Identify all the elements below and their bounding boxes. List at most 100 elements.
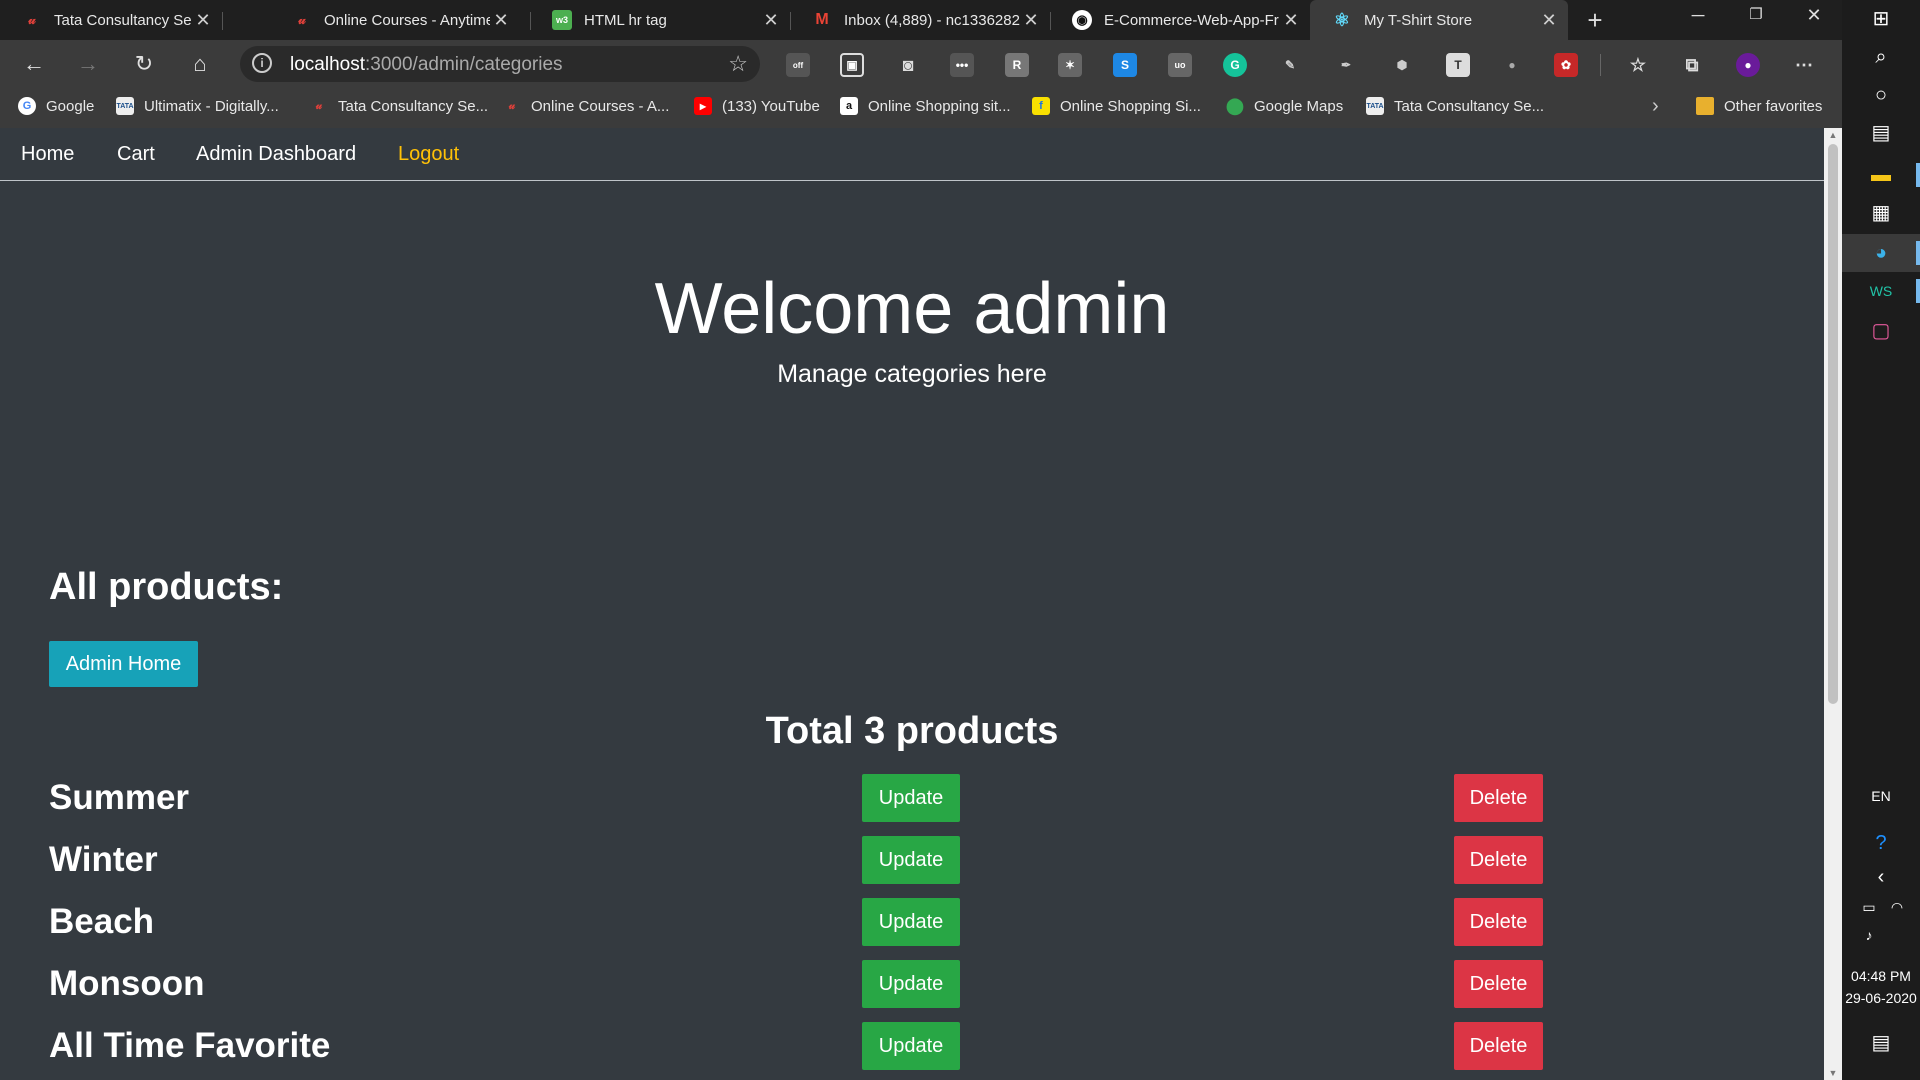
chevron-left-icon[interactable]: ‹	[1866, 862, 1896, 892]
puzzle-extension-icon[interactable]: ✶	[1058, 53, 1082, 77]
tab-tcs[interactable]: 𝓊 Tata Consultancy Services E ✕	[0, 0, 222, 40]
close-icon[interactable]: ✕	[192, 10, 214, 31]
nav-admin-dashboard-link[interactable]: Admin Dashboard	[196, 143, 356, 166]
info-icon[interactable]: i	[252, 53, 272, 73]
delete-button[interactable]: Delete	[1454, 960, 1543, 1008]
back-icon[interactable]: ←	[18, 48, 50, 80]
favorites-list-icon[interactable]: ☆	[1626, 53, 1650, 77]
collections-icon[interactable]: ⧉	[1680, 53, 1704, 77]
s-extension-icon[interactable]: S	[1113, 53, 1137, 77]
delete-button[interactable]: Delete	[1454, 774, 1543, 822]
cube-extension-icon[interactable]: ⬢	[1390, 53, 1414, 77]
bookmark-google[interactable]: G Google	[18, 88, 94, 124]
favorite-star-icon[interactable]: ☆	[728, 51, 748, 77]
update-button[interactable]: Update	[862, 960, 960, 1008]
close-icon[interactable]: ✕	[1020, 10, 1042, 31]
update-button[interactable]: Update	[862, 1022, 960, 1070]
tab-github[interactable]: ◉ E-Commerce-Web-App-Fr ✕	[1050, 0, 1310, 40]
nav-cart-link[interactable]: Cart	[117, 143, 155, 166]
close-icon[interactable]: ✕	[490, 10, 512, 31]
tab-title: Online Courses - Anytime,	[324, 11, 490, 29]
tab-title: Inbox (4,889) - nc1336282	[844, 11, 1020, 29]
youtube-icon: ▶	[694, 97, 712, 115]
close-icon[interactable]: ✕	[1538, 10, 1560, 31]
tab-my-tshirt-store[interactable]: ⚛ My T-Shirt Store ✕	[1310, 0, 1568, 40]
delete-button[interactable]: Delete	[1454, 898, 1543, 946]
scroll-up-icon[interactable]: ▲	[1824, 128, 1842, 142]
volume-icon[interactable]: ♪	[1854, 920, 1884, 950]
cortana-icon[interactable]: ○	[1866, 80, 1896, 110]
address-url[interactable]: localhost:3000/admin/categories	[290, 54, 563, 76]
home-icon[interactable]: ⌂	[184, 48, 216, 80]
forward-icon[interactable]: →	[72, 48, 104, 80]
reload-icon[interactable]: ↻	[128, 48, 160, 80]
close-icon[interactable]: ✕	[1280, 10, 1302, 31]
calculator-icon[interactable]: ▦	[1866, 198, 1896, 228]
camera-icon[interactable]: ◙	[896, 53, 920, 77]
profile-avatar[interactable]: ●	[1736, 53, 1760, 77]
more-options-icon[interactable]: ⋯	[1792, 53, 1816, 77]
page-scrollbar[interactable]: ▲ ▼	[1824, 128, 1842, 1080]
update-button[interactable]: Update	[862, 774, 960, 822]
window-extension-icon[interactable]: ▣	[840, 53, 864, 77]
terminal-app-icon[interactable]: ▢	[1866, 316, 1896, 346]
tab-online-courses[interactable]: 𝓊 Online Courses - Anytime, ✕	[270, 0, 520, 40]
tab-title: E-Commerce-Web-App-Fr	[1104, 11, 1279, 29]
help-icon[interactable]: ?	[1866, 828, 1896, 858]
file-explorer-icon[interactable]: ▬	[1866, 160, 1896, 190]
bookmark-online-courses[interactable]: 𝓊 Online Courses - A...	[503, 88, 670, 124]
bookmark-other-favorites[interactable]: Other favorites	[1696, 88, 1822, 124]
webstorm-icon[interactable]: WS	[1866, 276, 1896, 306]
bookmark-ultimatix[interactable]: TATA Ultimatix - Digitally...	[116, 88, 279, 124]
scroll-down-icon[interactable]: ▼	[1824, 1066, 1842, 1080]
amazon-icon: a	[840, 97, 858, 115]
update-button[interactable]: Update	[862, 898, 960, 946]
bookmark-flipkart[interactable]: f Online Shopping Si...	[1032, 88, 1201, 124]
bookmark-tcs-2[interactable]: TATA Tata Consultancy Se...	[1366, 88, 1544, 124]
pen-extension-icon[interactable]: ✒	[1334, 53, 1358, 77]
brush-extension-icon[interactable]: ✎	[1278, 53, 1302, 77]
bookmark-google-maps[interactable]: ⬤ Google Maps	[1226, 88, 1343, 124]
restore-icon[interactable]: ❐	[1728, 0, 1784, 34]
bookmark-amazon[interactable]: a Online Shopping sit...	[840, 88, 1011, 124]
bookmark-tcs[interactable]: 𝓊 Tata Consultancy Se...	[310, 88, 488, 124]
new-tab-button[interactable]: +	[1578, 4, 1612, 36]
chevron-right-icon[interactable]: ›	[1652, 88, 1659, 124]
edge-browser-icon[interactable]: ◕	[1866, 238, 1896, 268]
wifi-icon[interactable]: ◠	[1882, 892, 1912, 922]
r-extension-icon[interactable]: R	[1005, 53, 1029, 77]
udemy-logo-icon: 𝓊	[298, 12, 306, 27]
tab-html-hr[interactable]: w3 HTML hr tag ✕	[530, 0, 790, 40]
search-icon[interactable]: ⌕	[1866, 42, 1896, 72]
nav-logout-link[interactable]: Logout	[398, 143, 459, 166]
github-icon: ◉	[1072, 10, 1092, 30]
window-close-icon[interactable]: ✕	[1786, 0, 1842, 34]
admin-home-button[interactable]: Admin Home	[49, 641, 198, 687]
close-icon[interactable]: ✕	[760, 10, 782, 31]
notifications-icon[interactable]: ▤	[1866, 1028, 1896, 1058]
clock-time[interactable]: 04:48 PM	[1842, 968, 1920, 984]
minimize-icon[interactable]: ─	[1670, 0, 1726, 34]
category-name: All Time Favorite	[49, 1026, 331, 1065]
tab-gmail[interactable]: M Inbox (4,889) - nc1336282 ✕	[790, 0, 1050, 40]
extension-off-icon[interactable]: off	[786, 53, 810, 77]
windows-start-icon[interactable]: ⊞	[1866, 4, 1896, 34]
address-bar[interactable]: i localhost:3000/admin/categories ☆	[240, 46, 760, 82]
battery-icon[interactable]: ▭	[1854, 892, 1884, 922]
language-indicator[interactable]: EN	[1842, 788, 1920, 804]
nav-home-link[interactable]: Home	[21, 143, 74, 166]
scrollbar-thumb[interactable]	[1828, 144, 1838, 704]
grammarly-icon[interactable]: G	[1223, 53, 1247, 77]
delete-button[interactable]: Delete	[1454, 836, 1543, 884]
bookmark-youtube[interactable]: ▶ (133) YouTube	[694, 88, 820, 124]
dots-extension-icon[interactable]: •••	[950, 53, 974, 77]
category-row: All Time Favorite Update Delete	[0, 1020, 1824, 1080]
mouse-extension-icon[interactable]: ●	[1500, 53, 1524, 77]
task-view-icon[interactable]: ▤	[1866, 118, 1896, 148]
ublock-icon[interactable]: uo	[1168, 53, 1192, 77]
update-button[interactable]: Update	[862, 836, 960, 884]
t-extension-icon[interactable]: T	[1446, 53, 1470, 77]
red-extension-icon[interactable]: ✿	[1554, 53, 1578, 77]
clock-date[interactable]: 29-06-2020	[1842, 990, 1920, 1006]
delete-button[interactable]: Delete	[1454, 1022, 1543, 1070]
